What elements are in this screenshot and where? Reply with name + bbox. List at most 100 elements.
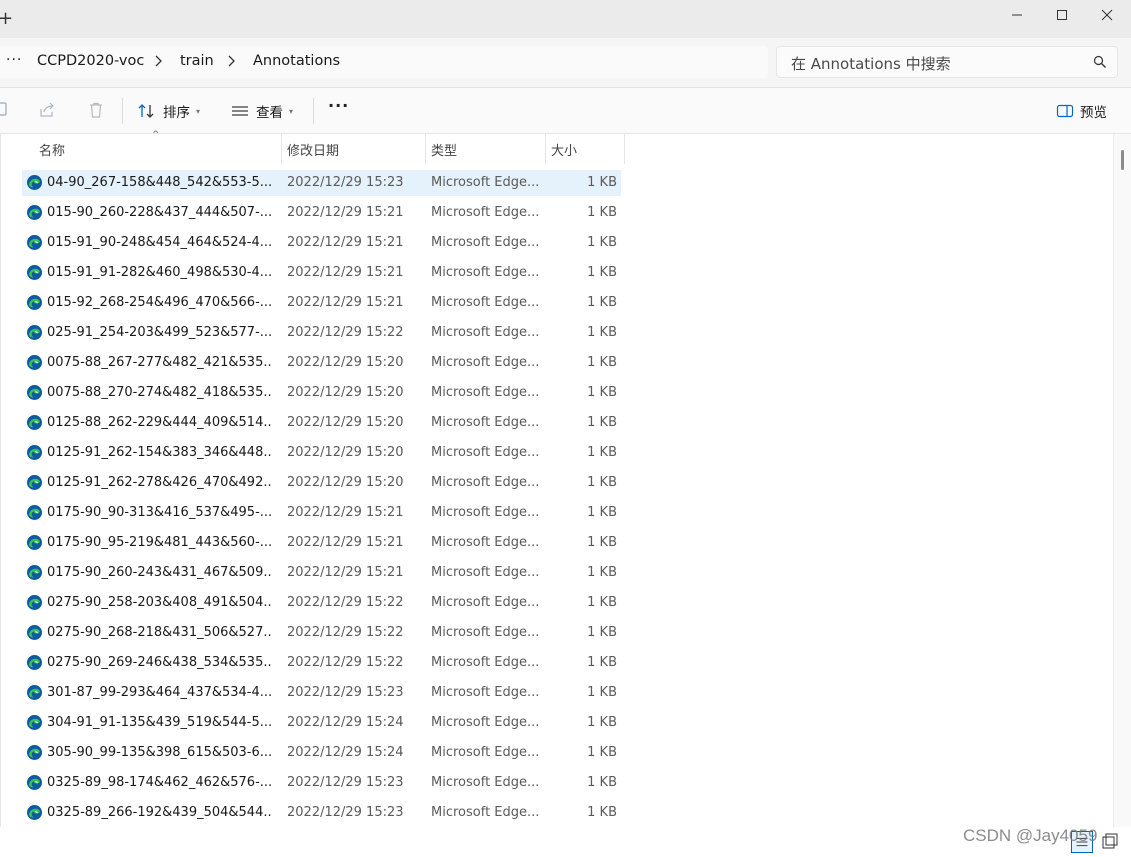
file-type: Microsoft Edge... [431, 775, 540, 790]
file-size: 1 KB [587, 415, 617, 430]
file-modified-date: 2022/12/29 15:22 [287, 325, 404, 340]
table-row[interactable]: 0275-90_258-203&408_491&504... 2022/12/29… [22, 590, 621, 616]
chevron-down-icon: ▾ [289, 106, 294, 116]
file-type: Microsoft Edge... [431, 505, 540, 520]
vertical-scrollbar[interactable] [1113, 134, 1131, 827]
file-size: 1 KB [587, 445, 617, 460]
file-modified-date: 2022/12/29 15:23 [287, 175, 404, 190]
file-list: ^ 名称 修改日期 类型 大小 04-90_267-158&448_542&55… [0, 130, 1131, 857]
file-size: 1 KB [587, 325, 617, 340]
delete-icon[interactable] [87, 101, 105, 119]
file-type: Microsoft Edge... [431, 415, 540, 430]
sort-icon [138, 104, 154, 118]
file-type: Microsoft Edge... [431, 565, 540, 580]
table-row[interactable]: 015-91_90-248&454_464&524-4... 2022/12/29… [22, 230, 621, 256]
share-icon[interactable] [38, 101, 56, 119]
file-name: 015-92_268-254&496_470&566-... [47, 295, 272, 310]
breadcrumb-overflow-button[interactable]: ··· [6, 52, 22, 68]
sort-button[interactable]: 排序 ▾ [138, 98, 200, 124]
column-header-name[interactable]: 名称 [33, 134, 281, 164]
toolbar-divider [122, 98, 123, 124]
table-row[interactable]: 301-87_99-293&464_437&534-4... 2022/12/29… [22, 680, 621, 706]
scrollbar-thumb[interactable] [1121, 150, 1124, 170]
table-row[interactable]: 0125-91_262-154&383_346&448... 2022/12/29… [22, 440, 621, 466]
breadcrumb-item-annotations[interactable]: Annotations [253, 53, 340, 69]
table-row[interactable]: 0075-88_270-274&482_418&535... 2022/12/29… [22, 380, 621, 406]
file-size: 1 KB [587, 655, 617, 670]
breadcrumb-item-ccpd2020-voc[interactable]: CCPD2020-voc [37, 53, 144, 69]
file-name: 015-90_260-228&437_444&507-... [47, 205, 272, 220]
table-row[interactable]: 0175-90_95-219&481_443&560-... 2022/12/29… [22, 530, 621, 556]
tiles-view-icon[interactable] [1098, 831, 1120, 853]
edge-file-icon [27, 745, 42, 760]
table-row[interactable]: 04-90_267-158&448_542&553-5... 2022/12/29… [22, 170, 621, 196]
breadcrumb[interactable]: ··· CCPD2020-voc train Annotations [0, 46, 768, 78]
file-name: 0075-88_267-277&482_421&535... [47, 355, 272, 370]
file-name: 0275-90_269-246&438_534&535... [47, 655, 272, 670]
edge-file-icon [27, 775, 42, 790]
file-size: 1 KB [587, 265, 617, 280]
minimize-button[interactable] [994, 0, 1040, 30]
file-modified-date: 2022/12/29 15:21 [287, 265, 404, 280]
file-modified-date: 2022/12/29 15:21 [287, 505, 404, 520]
file-type: Microsoft Edge... [431, 325, 540, 340]
column-header-type[interactable]: 类型 [425, 134, 545, 164]
table-row[interactable]: 304-91_91-135&439_519&544-5... 2022/12/29… [22, 710, 621, 736]
column-header-size-label: 大小 [551, 143, 578, 159]
file-name: 015-91_90-248&454_464&524-4... [47, 235, 272, 250]
edge-file-icon [27, 565, 42, 580]
file-type: Microsoft Edge... [431, 295, 540, 310]
table-row[interactable]: 015-91_91-282&460_498&530-4... 2022/12/29… [22, 260, 621, 286]
file-size: 1 KB [587, 805, 617, 820]
new-tab-button[interactable]: + [0, 8, 13, 29]
file-modified-date: 2022/12/29 15:20 [287, 475, 404, 490]
file-name: 304-91_91-135&439_519&544-5... [47, 715, 272, 730]
minimize-icon [1012, 14, 1022, 16]
table-row[interactable]: 015-92_268-254&496_470&566-... 2022/12/29… [22, 290, 621, 316]
file-size: 1 KB [587, 685, 617, 700]
column-header-size[interactable]: 大小 [545, 134, 625, 164]
breadcrumb-item-train[interactable]: train [180, 53, 214, 69]
search-icon[interactable] [1093, 55, 1107, 69]
table-row[interactable]: 0325-89_98-174&462_462&576-... 2022/12/29… [22, 770, 621, 796]
file-name: 0125-91_262-278&426_470&492... [47, 475, 272, 490]
preview-pane-icon [1056, 104, 1074, 118]
watermark: CSDN @Jay4059 [963, 826, 1098, 845]
table-row[interactable]: 0125-91_262-278&426_470&492... 2022/12/29… [22, 470, 621, 496]
column-header-date[interactable]: 修改日期 [281, 134, 425, 164]
edge-file-icon [27, 655, 42, 670]
file-size: 1 KB [587, 235, 617, 250]
copy-icon[interactable] [0, 101, 10, 119]
table-row[interactable]: 0175-90_260-243&431_467&509... 2022/12/29… [22, 560, 621, 586]
file-name: 0125-88_262-229&444_409&514... [47, 415, 272, 430]
column-divider[interactable] [624, 134, 625, 164]
table-row[interactable]: 0125-88_262-229&444_409&514... 2022/12/29… [22, 410, 621, 436]
file-type: Microsoft Edge... [431, 625, 540, 640]
file-modified-date: 2022/12/29 15:20 [287, 445, 404, 460]
table-row[interactable]: 0175-90_90-313&416_537&495-... 2022/12/29… [22, 500, 621, 526]
table-row[interactable]: 305-90_99-135&398_615&503-6... 2022/12/29… [22, 740, 621, 766]
view-button[interactable]: 查看 ▾ [231, 98, 293, 124]
maximize-icon [1057, 10, 1067, 20]
file-size: 1 KB [587, 595, 617, 610]
file-name: 0325-89_266-192&439_504&544... [47, 805, 272, 820]
preview-pane-button[interactable]: 预览 [1056, 101, 1107, 121]
table-row[interactable]: 0275-90_268-218&431_506&527... 2022/12/29… [22, 620, 621, 646]
file-name: 015-91_91-282&460_498&530-4... [47, 265, 272, 280]
table-row[interactable]: 0275-90_269-246&438_534&535... 2022/12/29… [22, 650, 621, 676]
search-input[interactable]: 在 Annotations 中搜索 [776, 46, 1118, 78]
file-name: 0175-90_260-243&431_467&509... [47, 565, 272, 580]
more-options-button[interactable]: ··· [328, 96, 349, 115]
close-button[interactable] [1084, 0, 1130, 30]
file-type: Microsoft Edge... [431, 385, 540, 400]
table-row[interactable]: 025-91_254-203&499_523&577-... 2022/12/29… [22, 320, 621, 346]
file-type: Microsoft Edge... [431, 175, 540, 190]
table-row[interactable]: 0075-88_267-277&482_421&535... 2022/12/29… [22, 350, 621, 376]
table-row[interactable]: 015-90_260-228&437_444&507-... 2022/12/29… [22, 200, 621, 226]
file-name: 04-90_267-158&448_542&553-5... [47, 175, 272, 190]
maximize-button[interactable] [1039, 0, 1085, 30]
file-name: 305-90_99-135&398_615&503-6... [47, 745, 272, 760]
table-row[interactable]: 0325-89_266-192&439_504&544... 2022/12/29… [22, 800, 621, 826]
file-type: Microsoft Edge... [431, 475, 540, 490]
address-bar: ··· CCPD2020-voc train Annotations 在 Ann… [0, 38, 1131, 88]
